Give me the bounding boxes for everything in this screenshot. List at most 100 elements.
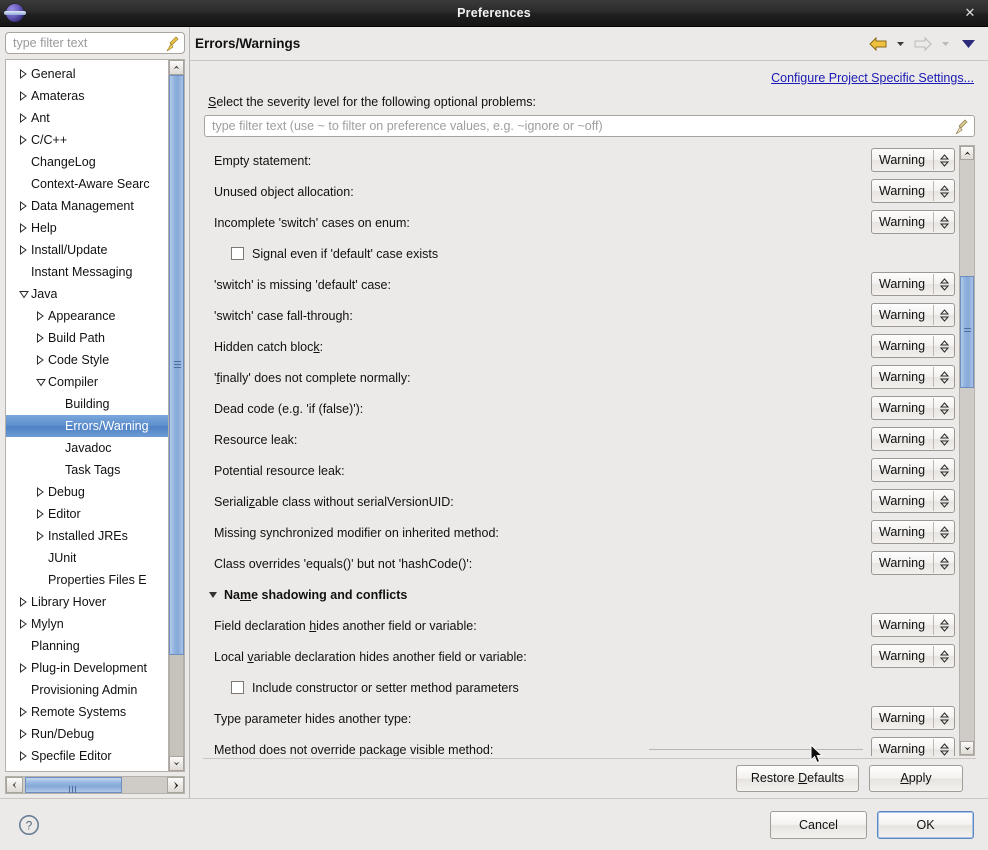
sidebar-item-build-path[interactable]: Build Path bbox=[6, 327, 168, 349]
options-scroll-up-button[interactable] bbox=[960, 146, 974, 160]
sidebar-item-javadoc[interactable]: Javadoc bbox=[6, 437, 168, 459]
combo-spinner-icon[interactable] bbox=[934, 215, 954, 229]
sidebar-item-properties-files-e[interactable]: Properties Files E bbox=[6, 569, 168, 591]
options-vertical-scrollbar[interactable] bbox=[959, 145, 975, 756]
combo-spinner-icon[interactable] bbox=[934, 184, 954, 198]
sidebar-item-debug[interactable]: Debug bbox=[6, 481, 168, 503]
combo-spinner-icon[interactable] bbox=[934, 463, 954, 477]
twisty-collapsed-icon[interactable] bbox=[16, 707, 31, 717]
twisty-collapsed-icon[interactable] bbox=[16, 223, 31, 233]
sidebar-item-java[interactable]: Java bbox=[6, 283, 168, 305]
sidebar-item-task-tags[interactable]: Task Tags bbox=[6, 459, 168, 481]
twisty-collapsed-icon[interactable] bbox=[16, 135, 31, 145]
sidebar-item-general[interactable]: General bbox=[6, 63, 168, 85]
options-filter-input[interactable]: type filter text (use ~ to filter on pre… bbox=[204, 115, 975, 137]
twisty-collapsed-icon[interactable] bbox=[16, 245, 31, 255]
twisty-collapsed-icon[interactable] bbox=[33, 487, 48, 497]
combo-spinner-icon[interactable] bbox=[934, 711, 954, 725]
severity-select[interactable]: Warning bbox=[871, 210, 955, 234]
twisty-collapsed-icon[interactable] bbox=[16, 69, 31, 79]
back-arrow-icon[interactable] bbox=[868, 36, 888, 52]
severity-select[interactable]: Warning bbox=[871, 737, 955, 756]
combo-spinner-icon[interactable] bbox=[934, 308, 954, 322]
combo-spinner-icon[interactable] bbox=[934, 525, 954, 539]
cancel-button[interactable]: Cancel bbox=[770, 810, 867, 839]
twisty-collapsed-icon[interactable] bbox=[16, 751, 31, 761]
checkbox[interactable] bbox=[231, 247, 244, 260]
twisty-expanded-icon[interactable] bbox=[33, 378, 48, 387]
twisty-collapsed-icon[interactable] bbox=[33, 333, 48, 343]
combo-spinner-icon[interactable] bbox=[934, 742, 954, 756]
sidebar-item-help[interactable]: Help bbox=[6, 217, 168, 239]
configure-project-specific-settings-link[interactable]: Configure Project Specific Settings... bbox=[771, 71, 974, 85]
twisty-collapsed-icon[interactable] bbox=[16, 201, 31, 211]
sidebar-item-data-management[interactable]: Data Management bbox=[6, 195, 168, 217]
sidebar-item-code-style[interactable]: Code Style bbox=[6, 349, 168, 371]
combo-spinner-icon[interactable] bbox=[934, 556, 954, 570]
checkbox[interactable] bbox=[231, 681, 244, 694]
section-twisty-expanded-icon[interactable] bbox=[209, 591, 217, 598]
sidebar-item-mylyn[interactable]: Mylyn bbox=[6, 613, 168, 635]
combo-spinner-icon[interactable] bbox=[934, 432, 954, 446]
severity-select[interactable]: Warning bbox=[871, 303, 955, 327]
sidebar-item-library-hover[interactable]: Library Hover bbox=[6, 591, 168, 613]
twisty-collapsed-icon[interactable] bbox=[16, 597, 31, 607]
severity-select[interactable]: Warning bbox=[871, 706, 955, 730]
sidebar-vertical-scrollbar[interactable] bbox=[168, 60, 184, 771]
sidebar-item-run-debug[interactable]: Run/Debug bbox=[6, 723, 168, 745]
combo-spinner-icon[interactable] bbox=[934, 494, 954, 508]
combo-spinner-icon[interactable] bbox=[934, 153, 954, 167]
sidebar-item-errors-warning[interactable]: Errors/Warning bbox=[6, 415, 168, 437]
severity-select[interactable]: Warning bbox=[871, 489, 955, 513]
option-checkbox-row[interactable]: Include constructor or setter method par… bbox=[204, 672, 959, 703]
sidebar-item-changelog[interactable]: ChangeLog bbox=[6, 151, 168, 173]
combo-spinner-icon[interactable] bbox=[934, 339, 954, 353]
options-scroll-down-button[interactable] bbox=[960, 741, 974, 755]
sidebar-item-installed-jres[interactable]: Installed JREs bbox=[6, 525, 168, 547]
help-question-icon[interactable]: ? bbox=[18, 814, 40, 836]
twisty-collapsed-icon[interactable] bbox=[16, 729, 31, 739]
sidebar-item-junit[interactable]: JUnit bbox=[6, 547, 168, 569]
sidebar-item-context-aware-searc[interactable]: Context-Aware Searc bbox=[6, 173, 168, 195]
broom-icon[interactable] bbox=[165, 36, 180, 52]
combo-spinner-icon[interactable] bbox=[934, 277, 954, 291]
close-icon[interactable]: ✕ bbox=[962, 5, 978, 21]
twisty-collapsed-icon[interactable] bbox=[16, 113, 31, 123]
scroll-up-button[interactable] bbox=[169, 60, 184, 75]
twisty-collapsed-icon[interactable] bbox=[16, 619, 31, 629]
severity-select[interactable]: Warning bbox=[871, 272, 955, 296]
page-menu-chevron-down-large-icon[interactable] bbox=[961, 38, 976, 49]
severity-select[interactable]: Warning bbox=[871, 551, 955, 575]
options-scroll-thumb[interactable] bbox=[960, 276, 974, 388]
sidebar-item-provisioning-admin[interactable]: Provisioning Admin bbox=[6, 679, 168, 701]
severity-select[interactable]: Warning bbox=[871, 148, 955, 172]
sidebar-scroll-thumb[interactable] bbox=[169, 75, 184, 655]
restore-defaults-button[interactable]: Restore Defaults bbox=[735, 764, 859, 792]
twisty-expanded-icon[interactable] bbox=[16, 290, 31, 299]
option-checkbox-row[interactable]: Signal even if 'default' case exists bbox=[204, 238, 959, 269]
sidebar-item-appearance[interactable]: Appearance bbox=[6, 305, 168, 327]
options-section-header[interactable]: Name shadowing and conflicts bbox=[204, 579, 959, 610]
twisty-collapsed-icon[interactable] bbox=[33, 311, 48, 321]
severity-select[interactable]: Warning bbox=[871, 458, 955, 482]
twisty-collapsed-icon[interactable] bbox=[16, 91, 31, 101]
sidebar-item-plug-in-development[interactable]: Plug-in Development bbox=[6, 657, 168, 679]
severity-select[interactable]: Warning bbox=[871, 365, 955, 389]
back-menu-chevron-down-icon[interactable] bbox=[895, 38, 906, 49]
scroll-left-button[interactable] bbox=[6, 777, 23, 793]
apply-button[interactable]: Apply bbox=[869, 764, 963, 792]
sidebar-item-amateras[interactable]: Amateras bbox=[6, 85, 168, 107]
severity-select[interactable]: Warning bbox=[871, 396, 955, 420]
severity-select[interactable]: Warning bbox=[871, 520, 955, 544]
sidebar-item-install-update[interactable]: Install/Update bbox=[6, 239, 168, 261]
scroll-down-button[interactable] bbox=[169, 756, 184, 771]
severity-select[interactable]: Warning bbox=[871, 613, 955, 637]
severity-select[interactable]: Warning bbox=[871, 427, 955, 451]
hscroll-track[interactable] bbox=[23, 777, 167, 793]
sidebar-item-building[interactable]: Building bbox=[6, 393, 168, 415]
combo-spinner-icon[interactable] bbox=[934, 370, 954, 384]
combo-spinner-icon[interactable] bbox=[934, 649, 954, 663]
severity-select[interactable]: Warning bbox=[871, 644, 955, 668]
hscroll-thumb[interactable] bbox=[25, 777, 122, 793]
sidebar-item-ant[interactable]: Ant bbox=[6, 107, 168, 129]
